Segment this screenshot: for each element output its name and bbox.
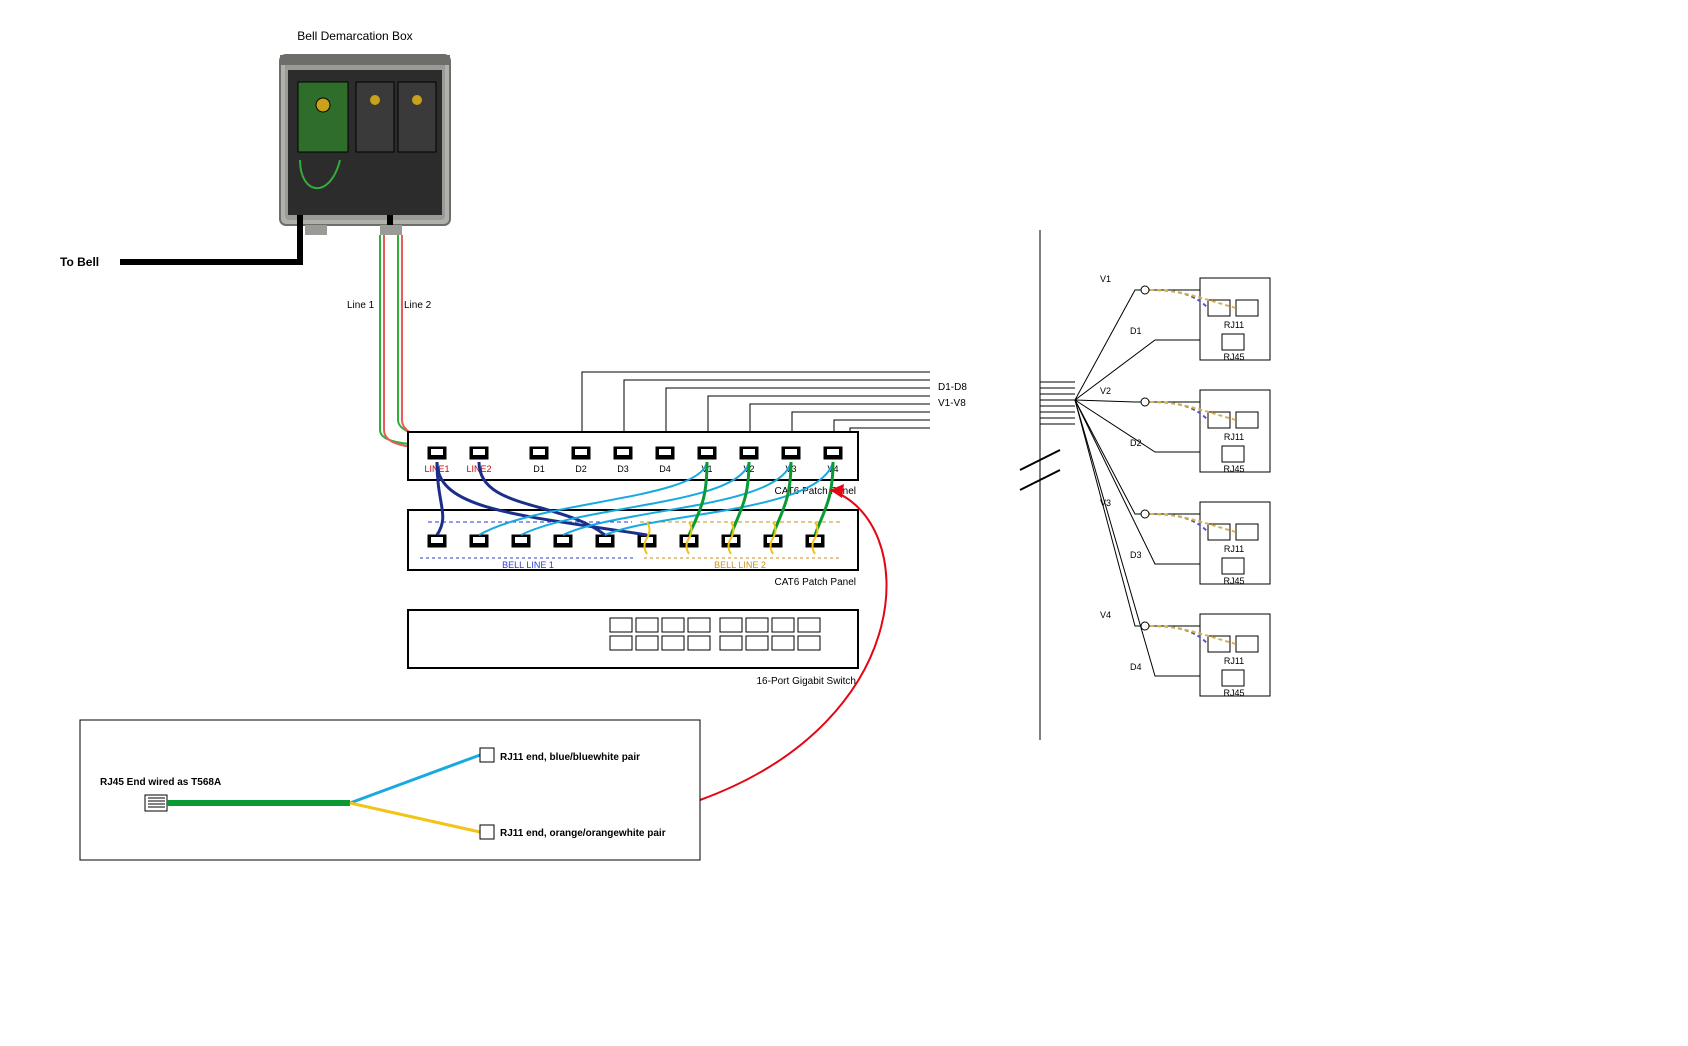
wp4-v: V4: [1100, 610, 1111, 620]
to-bell-label: To Bell: [60, 255, 99, 269]
network-diagram: Bell Demarcation Box To Bell Line 1: [0, 0, 1688, 1046]
line1-label: Line 1: [347, 300, 375, 311]
wp1-rj45: RJ45: [1223, 352, 1244, 362]
patch-panel-2: BELL LINE 1 BELL LINE 2 CAT6 Patch Panel: [408, 510, 858, 588]
wall-plate-1: V1 D1 RJ11 RJ45: [1075, 274, 1270, 400]
bundle-v-label: V1-V8: [938, 398, 966, 409]
wp1-d: D1: [1130, 326, 1142, 336]
wp2-d: D2: [1130, 438, 1142, 448]
wp1-rj11: RJ11: [1224, 320, 1244, 330]
wp3-d: D3: [1130, 550, 1142, 560]
cable-bundle-out: D1-D8 V1-V8: [582, 372, 967, 432]
line2-label: Line 2: [404, 300, 432, 311]
pp2-label: CAT6 Patch Panel: [774, 577, 856, 588]
demarc-lines: Line 1 Line 2: [347, 235, 490, 448]
to-bell-line: To Bell: [60, 235, 300, 269]
wp2-rj45: RJ45: [1223, 464, 1244, 474]
demarcation-box: Bell Demarcation Box: [280, 29, 450, 235]
pp1-port-d1: D1: [533, 464, 545, 474]
legend-rj11-orange: RJ11 end, orange/orangewhite pair: [500, 828, 666, 839]
gigabit-switch: 16-Port Gigabit Switch: [408, 610, 858, 687]
wp1-v: V1: [1100, 274, 1111, 284]
wp2-rj11: RJ11: [1224, 432, 1244, 442]
wp3-rj45: RJ45: [1223, 576, 1244, 586]
pp1-port-d2: D2: [575, 464, 587, 474]
demarc-title: Bell Demarcation Box: [297, 29, 412, 43]
wp4-rj45: RJ45: [1223, 688, 1244, 698]
pp2-bell2: BELL LINE 2: [714, 560, 766, 570]
wp4-rj11: RJ11: [1224, 656, 1244, 666]
legend-rj45: RJ45 End wired as T568A: [100, 777, 221, 788]
wp4-d: D4: [1130, 662, 1142, 672]
switch-label: 16-Port Gigabit Switch: [757, 676, 857, 687]
pp1-port-d4: D4: [659, 464, 671, 474]
pp1-port-d3: D3: [617, 464, 629, 474]
wall-plate-group: V1 D1 RJ11 RJ45 V2 D2 RJ11 RJ45: [1020, 230, 1270, 740]
bundle-d-label: D1-D8: [938, 382, 967, 393]
wp3-rj11: RJ11: [1224, 544, 1244, 554]
wp2-v: V2: [1100, 386, 1111, 396]
pp2-bell1: BELL LINE 1: [502, 560, 554, 570]
legend: RJ45 End wired as T568A RJ11 end, blue/b…: [80, 720, 700, 860]
legend-rj11-blue: RJ11 end, blue/bluewhite pair: [500, 752, 640, 763]
